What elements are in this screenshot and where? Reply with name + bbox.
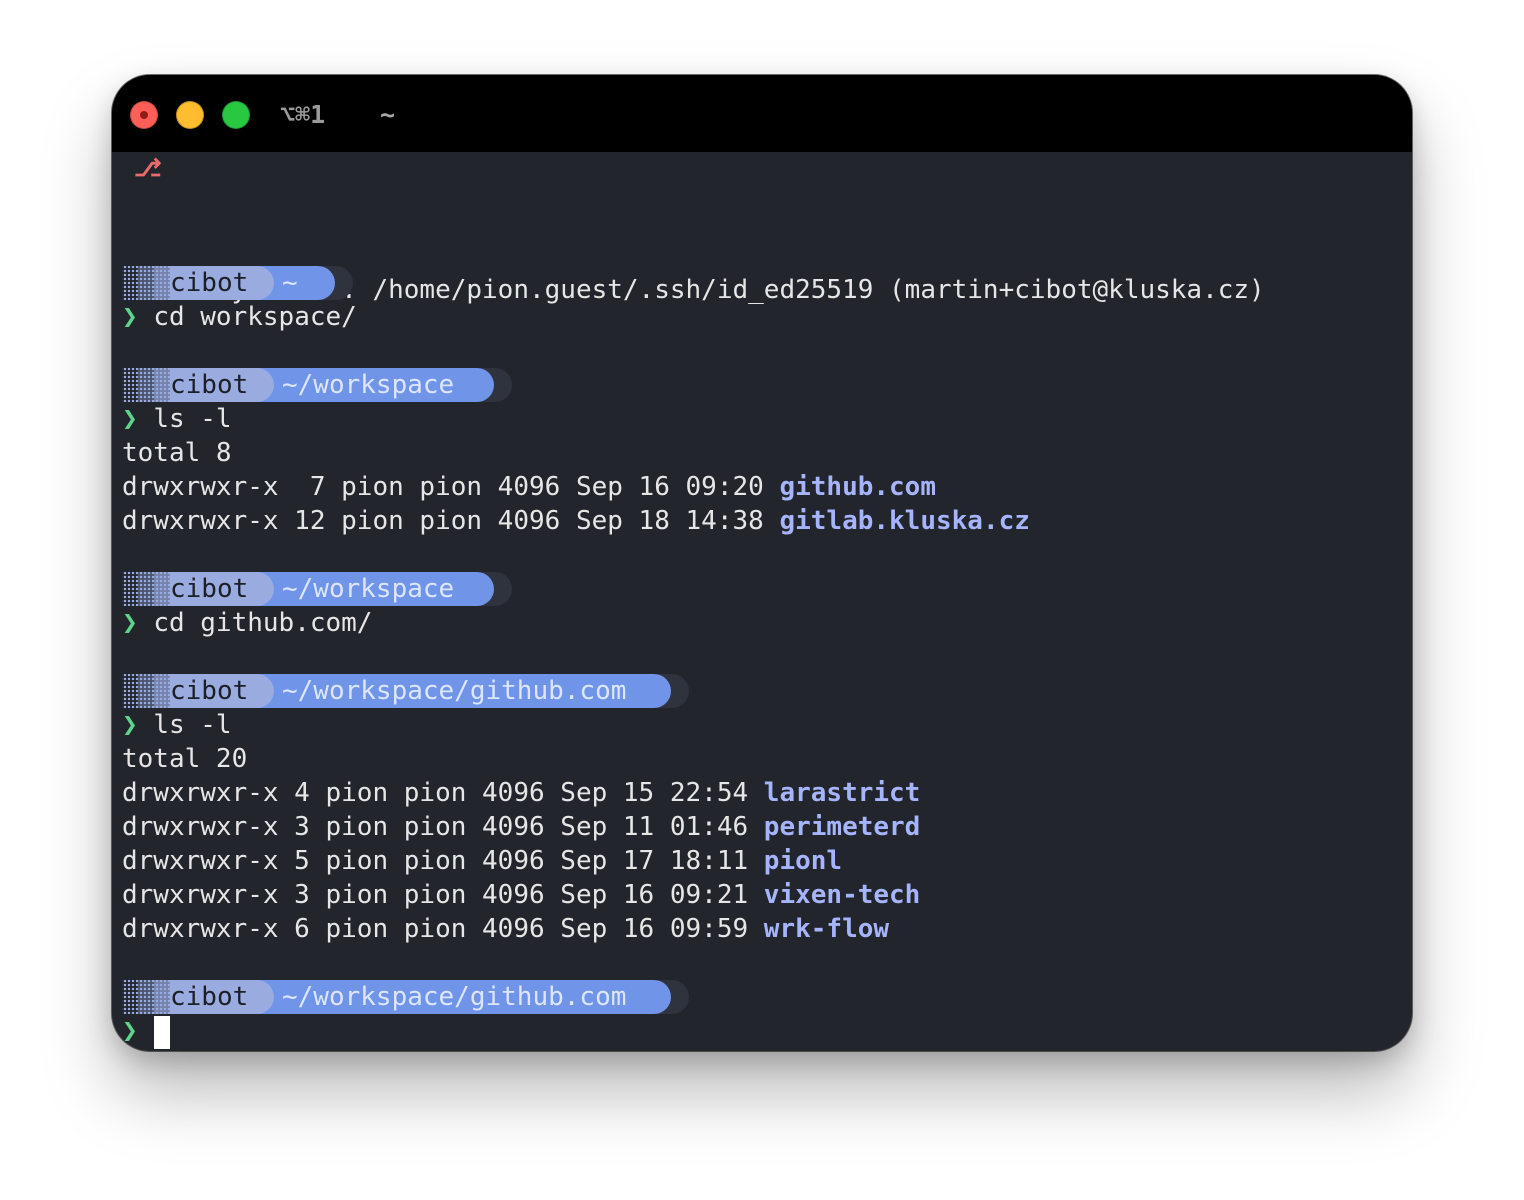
dither-pattern [138, 572, 154, 606]
prompt-user: cibot [170, 370, 249, 400]
prompt-path: ~/workspace [282, 574, 455, 604]
prompt-user: cibot [170, 268, 249, 298]
file-meta: drwxrwxr-x 5 pion pion 4096 Sep 17 18:11 [122, 846, 764, 876]
listing-row: drwxrwxr-x 5 pion pion 4096 Sep 17 18:11… [122, 844, 842, 878]
file-meta: drwxrwxr-x 3 pion pion 4096 Sep 11 01:46 [122, 812, 764, 842]
dither-pattern [122, 572, 138, 606]
text-cursor[interactable] [154, 1016, 170, 1049]
listing-row: drwxrwxr-x 7 pion pion 4096 Sep 16 09:20… [122, 470, 936, 504]
listing-total: total 20 [122, 744, 248, 774]
file-meta: drwxrwxr-x 12 pion pion 4096 Sep 18 14:3… [122, 506, 780, 536]
prompt-chevron-icon: ❯ [122, 608, 138, 638]
terminal-window: ⌥⌘1 ~ ⎇ Identity added: /home/pion.guest… [112, 75, 1412, 1051]
directory-name[interactable]: vixen-tech [764, 880, 921, 910]
dither-pattern [122, 980, 138, 1014]
command-text: cd github.com/ [153, 608, 373, 638]
command-line: ❯ cd github.com/ [122, 606, 372, 640]
tab-title[interactable]: ~ [380, 99, 395, 131]
file-meta: drwxrwxr-x 7 pion pion 4096 Sep 16 09:20 [122, 472, 780, 502]
prompt-path: ~/workspace/github.com [282, 676, 627, 706]
listing-row: drwxrwxr-x 6 pion pion 4096 Sep 16 09:59… [122, 912, 889, 946]
prompt-path: ~ [282, 268, 298, 298]
zoom-button[interactable] [222, 101, 250, 129]
dither-pattern [154, 572, 170, 606]
dither-pattern [154, 980, 170, 1014]
command-line: ❯ ls -l [122, 402, 232, 436]
directory-name[interactable]: wrk-flow [764, 914, 889, 944]
directory-name[interactable]: github.com [779, 472, 936, 502]
prompt-user: cibot [170, 574, 249, 604]
command-text: ls -l [153, 404, 232, 434]
command-text: ls -l [153, 710, 232, 740]
prompt-chevron-icon: ❯ [122, 302, 138, 332]
dither-pattern [122, 674, 138, 708]
command-text: cd workspace/ [153, 302, 357, 332]
dither-pattern [154, 674, 170, 708]
directory-name[interactable]: pionl [764, 846, 842, 876]
tab-shortcut: ⌥⌘1 [280, 100, 326, 129]
prompt-user: cibot [170, 982, 249, 1012]
command-line: ❯ cd workspace/ [122, 300, 357, 334]
dither-pattern [138, 266, 154, 300]
dither-pattern [138, 980, 154, 1014]
file-meta: drwxrwxr-x 3 pion pion 4096 Sep 16 09:21 [122, 880, 764, 910]
dither-pattern [122, 368, 138, 402]
close-button[interactable] [130, 101, 158, 129]
listing-row: drwxrwxr-x 3 pion pion 4096 Sep 16 09:21… [122, 878, 920, 912]
listing-row: drwxrwxr-x 12 pion pion 4096 Sep 18 14:3… [122, 504, 1030, 538]
command-line: ❯ ls -l [122, 708, 232, 742]
dither-pattern [154, 368, 170, 402]
listing-row: drwxrwxr-x 4 pion pion 4096 Sep 15 22:54… [122, 776, 920, 810]
directory-name[interactable]: larastrict [764, 778, 921, 808]
listing-total: total 8 [122, 438, 232, 468]
prompt-chevron-icon: ❯ [122, 404, 138, 434]
directory-name[interactable]: gitlab.kluska.cz [779, 506, 1029, 536]
prompt-chevron-icon: ❯ [122, 710, 138, 740]
file-meta: drwxrwxr-x 4 pion pion 4096 Sep 15 22:54 [122, 778, 764, 808]
prompt-chevron-icon: ❯ [122, 1016, 138, 1046]
dither-pattern [122, 266, 138, 300]
prompt-user: cibot [170, 676, 249, 706]
directory-name[interactable]: perimeterd [764, 812, 921, 842]
dither-pattern [154, 266, 170, 300]
prompt-path: ~/workspace/github.com [282, 982, 627, 1012]
prompt-path: ~/workspace [282, 370, 455, 400]
dither-pattern [138, 674, 154, 708]
file-meta: drwxrwxr-x 6 pion pion 4096 Sep 16 09:59 [122, 914, 764, 944]
dither-pattern [138, 368, 154, 402]
branch-icon: ⎇ [134, 154, 162, 182]
listing-row: drwxrwxr-x 3 pion pion 4096 Sep 11 01:46… [122, 810, 920, 844]
minimize-button[interactable] [176, 101, 204, 129]
title-bar: ⌥⌘1 ~ [112, 75, 1412, 152]
command-line: ❯ [122, 1014, 170, 1049]
